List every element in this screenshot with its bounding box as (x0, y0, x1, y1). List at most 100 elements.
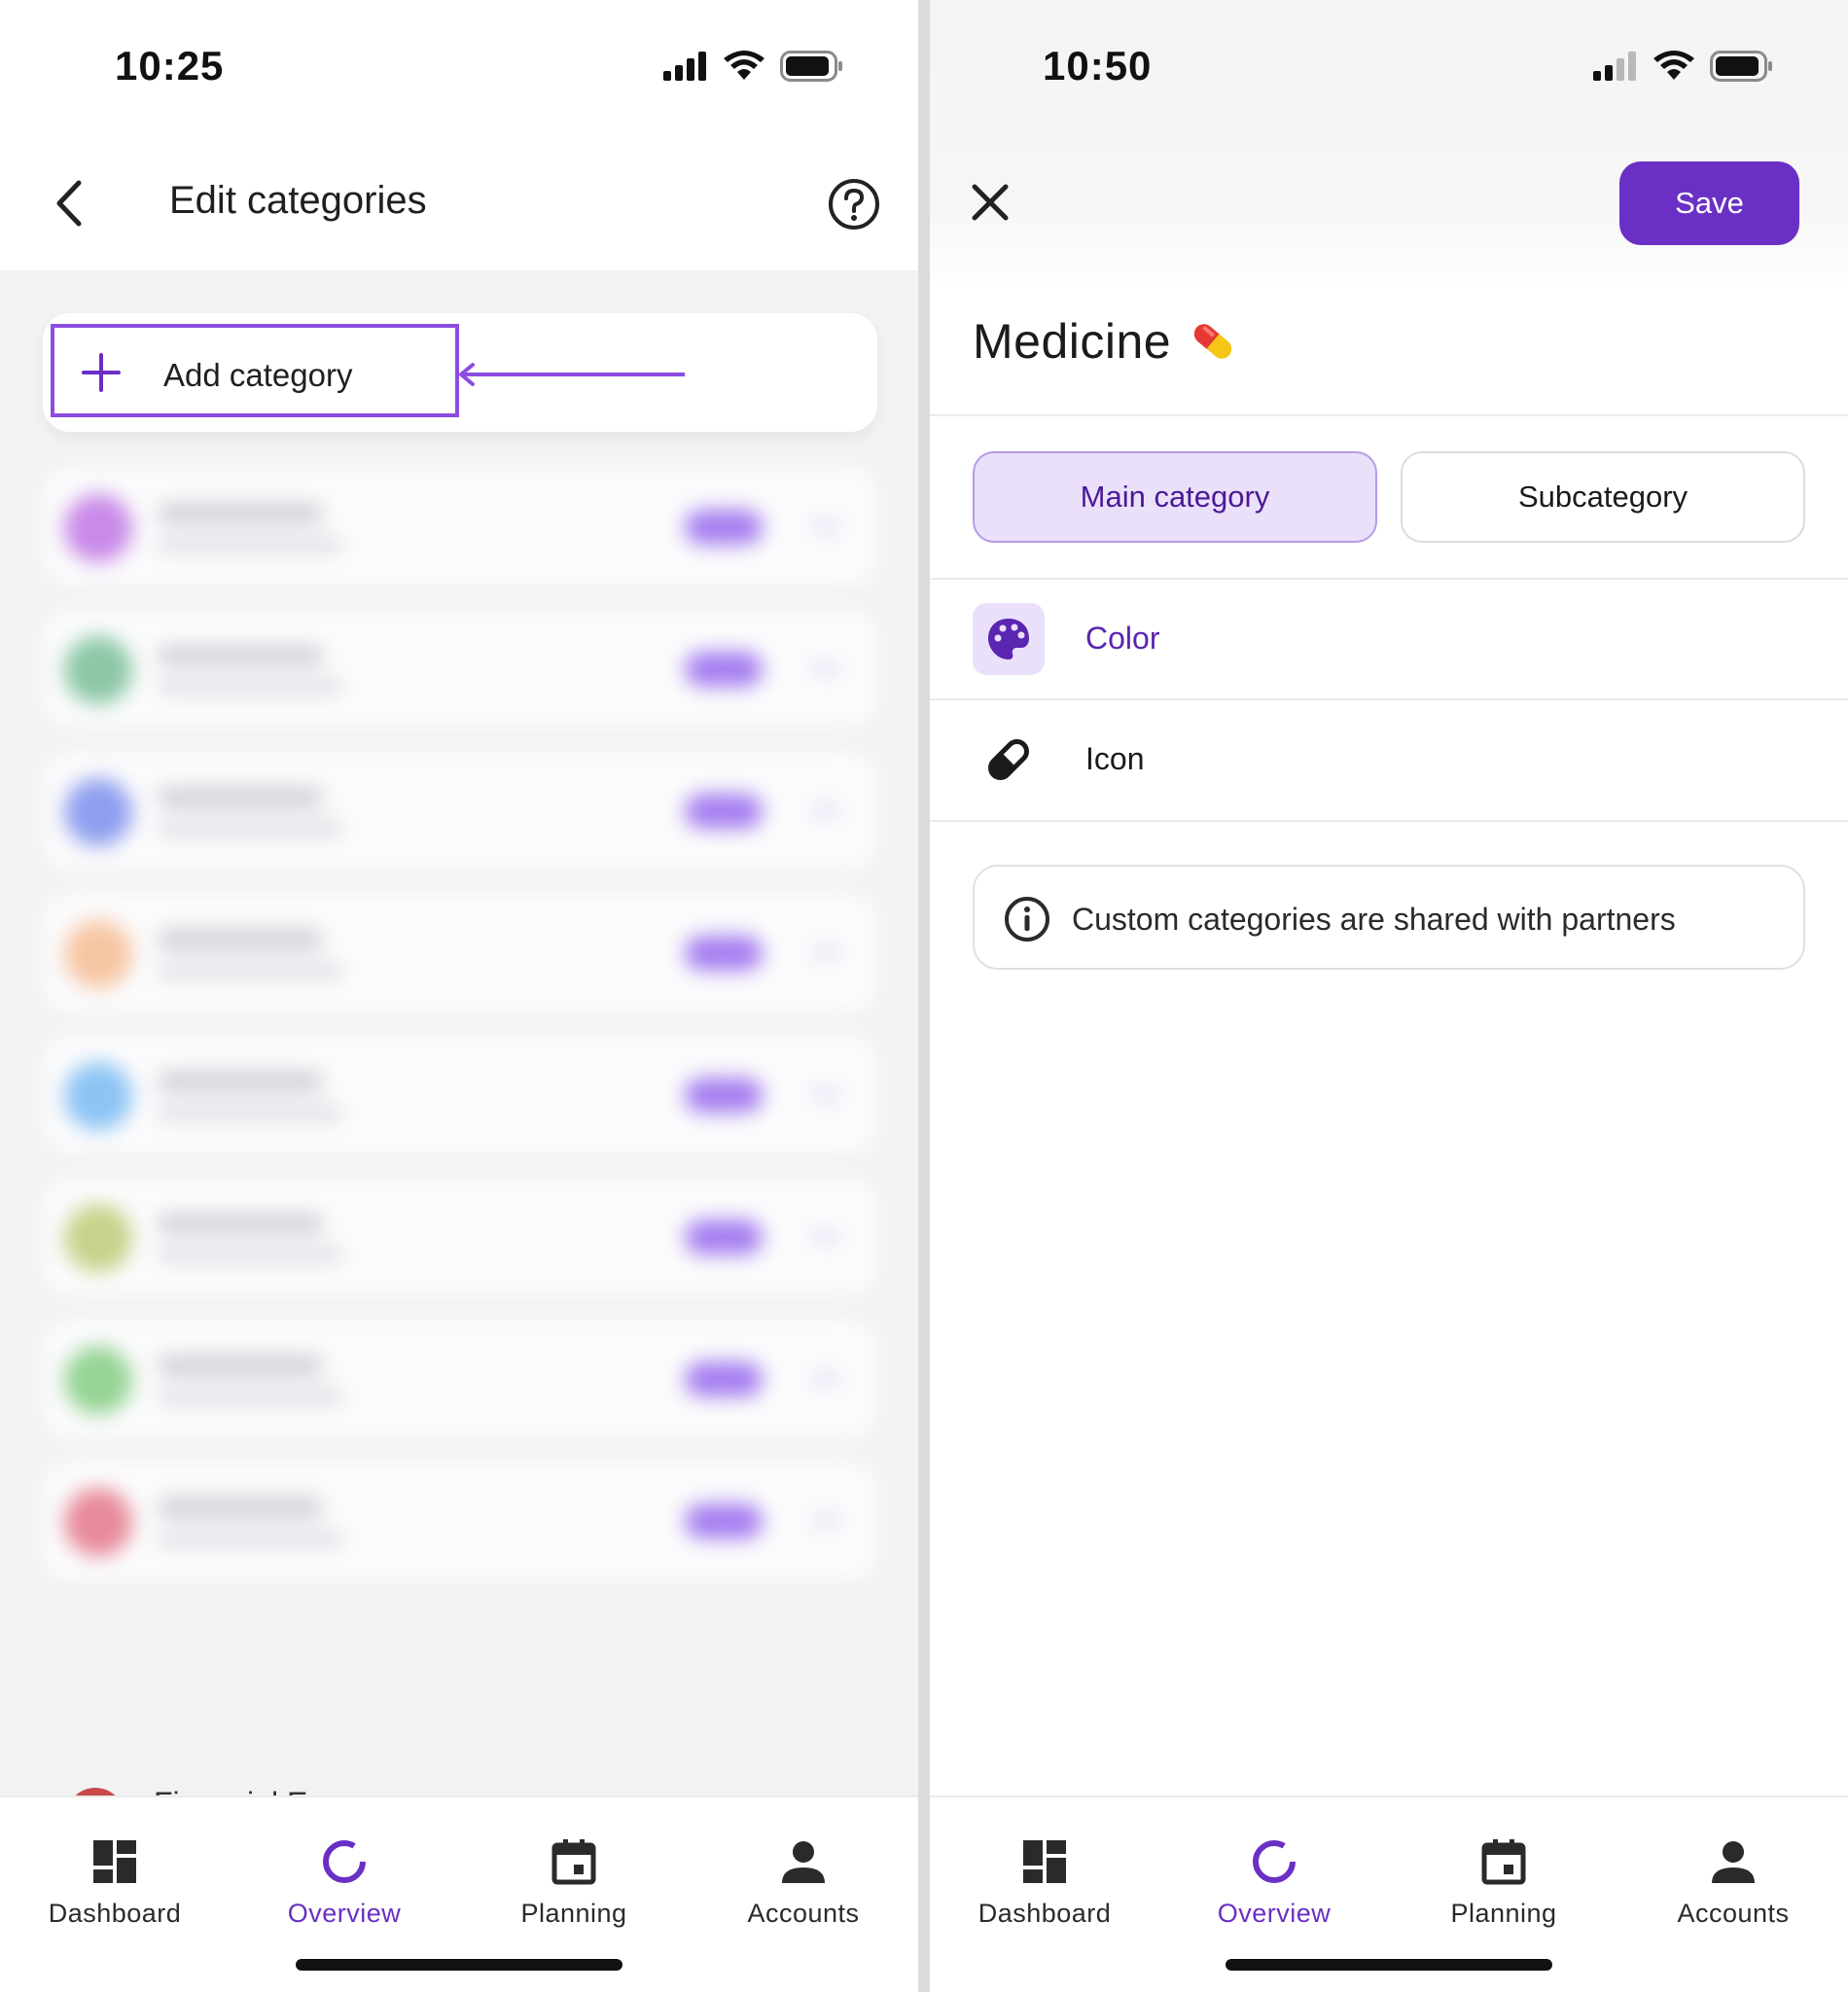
tab-planning[interactable]: Planning (459, 1838, 689, 1936)
category-editor-screen: 10:50 Save Medicine Main category Subcat… (930, 0, 1848, 1992)
icon-row[interactable]: Icon (930, 700, 1848, 821)
close-icon (972, 184, 1009, 221)
category-color-dot (64, 636, 132, 704)
status-bar: 10:50 (930, 0, 1848, 136)
color-icon-box (973, 603, 1045, 675)
wifi-icon (1653, 51, 1694, 80)
icon-icon-box (973, 724, 1045, 796)
blurred-placeholder (811, 1371, 840, 1385)
list-item (43, 751, 877, 870)
tab-bar: Dashboard Overview Planning Accounts (930, 1796, 1848, 1992)
tab-label: Dashboard (48, 1899, 182, 1928)
calendar-icon (551, 1839, 596, 1885)
edit-categories-screen: 10:25 Edit categories Add category Dashb… (0, 0, 918, 1992)
blurred-placeholder (158, 930, 323, 949)
tab-subcategory[interactable]: Subcategory (1401, 451, 1805, 543)
tab-label: Overview (287, 1899, 402, 1928)
list-item (43, 1319, 877, 1438)
status-bar: 10:25 (0, 0, 918, 136)
tab-label: Planning (520, 1899, 627, 1928)
category-name[interactable]: Medicine (973, 313, 1239, 370)
blurred-placeholder (811, 803, 840, 817)
close-button[interactable] (969, 181, 1012, 224)
category-color-dot (64, 778, 132, 846)
dashboard-icon (93, 1840, 136, 1883)
blurred-category-list (43, 467, 877, 1819)
list-item (43, 1461, 877, 1580)
category-color-dot (64, 494, 132, 562)
blurred-placeholder (685, 1504, 763, 1539)
cellular-signal-icon (1593, 52, 1636, 81)
info-text: Custom categories are shared with partne… (1072, 902, 1676, 937)
blurred-placeholder (685, 652, 763, 687)
status-icons (1593, 51, 1774, 82)
status-time: 10:25 (115, 43, 225, 89)
calendar-icon (1481, 1839, 1526, 1885)
category-color-dot (64, 1346, 132, 1414)
tab-label: Planning (1450, 1899, 1557, 1928)
list-item (43, 609, 877, 728)
tab-main-category[interactable]: Main category (973, 451, 1377, 543)
blurred-placeholder (158, 1105, 342, 1120)
divider (930, 414, 1848, 416)
info-icon (1005, 897, 1049, 942)
blurred-placeholder (158, 1389, 342, 1405)
blurred-placeholder (158, 821, 342, 836)
overview-icon (323, 1840, 366, 1883)
blurred-placeholder (158, 1247, 342, 1263)
blurred-placeholder (158, 788, 323, 807)
annotation-arrow-icon (459, 363, 685, 386)
category-color-dot (64, 920, 132, 988)
blurred-placeholder (811, 519, 840, 533)
blurred-placeholder (685, 510, 763, 545)
category-color-dot (64, 1062, 132, 1130)
blurred-placeholder (685, 936, 763, 971)
status-time: 10:50 (1043, 43, 1153, 89)
color-row[interactable]: Color (930, 580, 1848, 700)
back-button[interactable] (41, 173, 95, 233)
chevron-left-icon (56, 180, 82, 227)
blurred-placeholder (158, 1356, 323, 1375)
tab-accounts[interactable]: Accounts (689, 1838, 918, 1936)
pill-icon (988, 739, 1029, 780)
status-icons (663, 51, 844, 82)
list-item (43, 467, 877, 586)
help-icon (829, 179, 879, 230)
list-item (43, 893, 877, 1012)
add-category-label: Add category (163, 357, 353, 393)
tab-label: Dashboard (977, 1899, 1112, 1928)
color-label: Color (1085, 621, 1160, 656)
divider (930, 820, 1848, 822)
category-color-dot (64, 1204, 132, 1272)
tab-overview[interactable]: Overview (1159, 1838, 1389, 1936)
palette-icon (988, 619, 1029, 659)
home-indicator (1226, 1959, 1552, 1971)
header: 10:50 Save (930, 0, 1848, 292)
blurred-placeholder (158, 1214, 323, 1233)
blurred-placeholder (158, 1531, 342, 1547)
blurred-placeholder (158, 1498, 323, 1517)
battery-icon (1710, 51, 1772, 82)
tab-accounts[interactable]: Accounts (1618, 1838, 1848, 1936)
list-item (43, 1177, 877, 1296)
blurred-placeholder (811, 661, 840, 675)
cellular-signal-icon (663, 52, 706, 81)
save-button[interactable]: Save (1619, 161, 1799, 245)
blurred-placeholder (158, 646, 323, 665)
tab-label: Accounts (1677, 1899, 1790, 1928)
category-name-text: Medicine (973, 314, 1172, 369)
battery-icon (780, 51, 842, 82)
help-button[interactable] (827, 177, 881, 231)
person-icon (782, 1841, 825, 1883)
tab-dashboard[interactable]: Dashboard (0, 1838, 230, 1936)
tab-overview[interactable]: Overview (230, 1838, 459, 1936)
pill-emoji-icon (1193, 324, 1232, 359)
tab-dashboard[interactable]: Dashboard (930, 1838, 1159, 1936)
blurred-placeholder (685, 1078, 763, 1113)
blurred-placeholder (158, 1072, 323, 1091)
blurred-placeholder (811, 1229, 840, 1243)
tab-planning[interactable]: Planning (1389, 1838, 1618, 1936)
wifi-icon (724, 51, 764, 80)
blurred-placeholder (685, 1362, 763, 1397)
add-category-button[interactable]: Add category (51, 324, 459, 417)
